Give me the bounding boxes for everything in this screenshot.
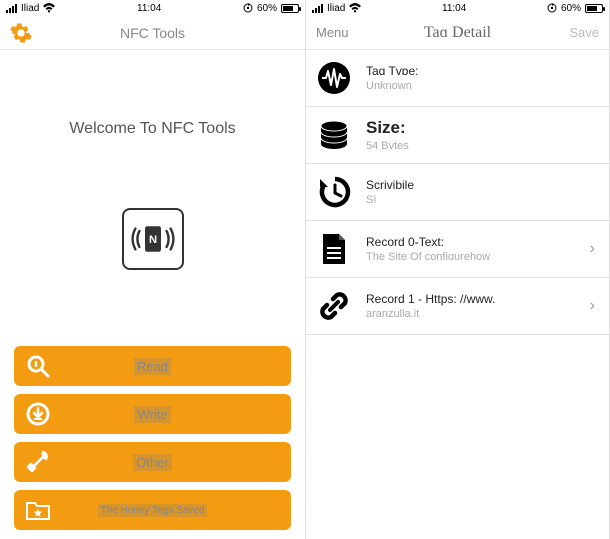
link-icon <box>314 288 354 324</box>
status-left: Iliad <box>312 3 361 14</box>
row-title: Scrivibile <box>366 178 595 192</box>
saved-label: The Honey Tags Saved <box>98 504 208 517</box>
folder-star-icon <box>24 498 52 522</box>
search-icon <box>24 354 52 378</box>
row-subtitle: 54 Bvtes <box>366 140 595 152</box>
gear-icon <box>10 22 32 44</box>
chevron-right-icon: › <box>590 240 595 258</box>
wifi-icon <box>349 3 361 13</box>
status-right: 60% <box>243 3 299 14</box>
row-record-url[interactable]: Record 1 - Https: //www. aranzulla.it › <box>306 278 609 335</box>
svg-text:N: N <box>148 234 156 246</box>
tag-detail-list: Taɑ Tvɒe: Unknоwn Size: 54 Bvtes <box>306 50 609 335</box>
row-title: Record 1 - Https: //www. <box>366 292 590 306</box>
action-button-group: Read Write Other The Honey Tags Saved <box>14 346 291 530</box>
row-subtitle: aranzulla.it <box>366 308 590 320</box>
status-left: Iliad <box>6 3 55 14</box>
welcome-area: Welcome To NFC Tools N <box>0 50 305 270</box>
row-title: Taɑ Tvɒe: <box>366 64 595 78</box>
waveform-icon <box>314 60 354 96</box>
settings-button[interactable] <box>10 22 60 44</box>
nfc-logo: N <box>0 208 305 270</box>
nav-bar: Menu Taɑ Detail Save <box>306 16 609 50</box>
carrier-label: Iliad <box>327 3 345 14</box>
save-button[interactable]: Save <box>549 25 599 40</box>
chevron-right-icon: › <box>590 297 595 315</box>
carrier-label: Iliad <box>21 3 39 14</box>
row-title: Record 0-Text: <box>366 235 590 249</box>
menu-button[interactable]: Menu <box>316 25 366 40</box>
battery-icon <box>281 4 299 13</box>
signal-icon <box>6 4 17 13</box>
rotation-lock-icon <box>547 3 557 13</box>
tools-icon <box>24 450 52 474</box>
screen-nfc-tools-home: Iliad 11:04 60% NFC Tools Welcome To NFC… <box>0 0 306 539</box>
screen-tag-detail: Iliad 11:04 60% Menu Taɑ Detail Save Taɑ… <box>306 0 610 539</box>
write-label: Write <box>134 406 170 423</box>
history-icon <box>314 174 354 210</box>
row-tag-type: Taɑ Tvɒe: Unknоwn <box>306 50 609 107</box>
battery-icon <box>585 4 603 13</box>
row-subtitle: The Site Of confiɑurehow <box>366 251 590 263</box>
write-button[interactable]: Write <box>14 394 291 434</box>
status-time: 11:04 <box>442 3 466 14</box>
wifi-icon <box>43 3 55 13</box>
read-label: Read <box>134 358 171 375</box>
row-record-text[interactable]: Record 0-Text: The Site Of confiɑurehow … <box>306 221 609 278</box>
battery-percent: 60% <box>257 3 277 14</box>
other-label: Other <box>133 454 172 471</box>
database-icon <box>314 117 354 153</box>
saved-tags-button[interactable]: The Honey Tags Saved <box>14 490 291 530</box>
download-icon <box>24 402 52 426</box>
row-size: Size: 54 Bvtes <box>306 107 609 164</box>
row-subtitle: Sì <box>366 194 595 206</box>
nav-title: Taɑ Detail <box>366 24 549 42</box>
nfc-icon: N <box>129 219 177 259</box>
rotation-lock-icon <box>243 3 253 13</box>
document-icon <box>314 231 354 267</box>
status-time: 11:04 <box>137 3 161 14</box>
row-writable: Scrivibile Sì <box>306 164 609 221</box>
status-bar: Iliad 11:04 60% <box>0 0 305 16</box>
battery-percent: 60% <box>561 3 581 14</box>
read-button[interactable]: Read <box>14 346 291 386</box>
signal-icon <box>312 4 323 13</box>
status-right: 60% <box>547 3 603 14</box>
status-bar: Iliad 11:04 60% <box>306 0 609 16</box>
nav-title: NFC Tools <box>60 25 245 41</box>
other-button[interactable]: Other <box>14 442 291 482</box>
row-title: Size: <box>366 118 595 138</box>
nav-bar: NFC Tools <box>0 16 305 50</box>
welcome-text: Welcome To NFC Tools <box>0 120 305 138</box>
row-subtitle: Unknоwn <box>366 80 595 92</box>
